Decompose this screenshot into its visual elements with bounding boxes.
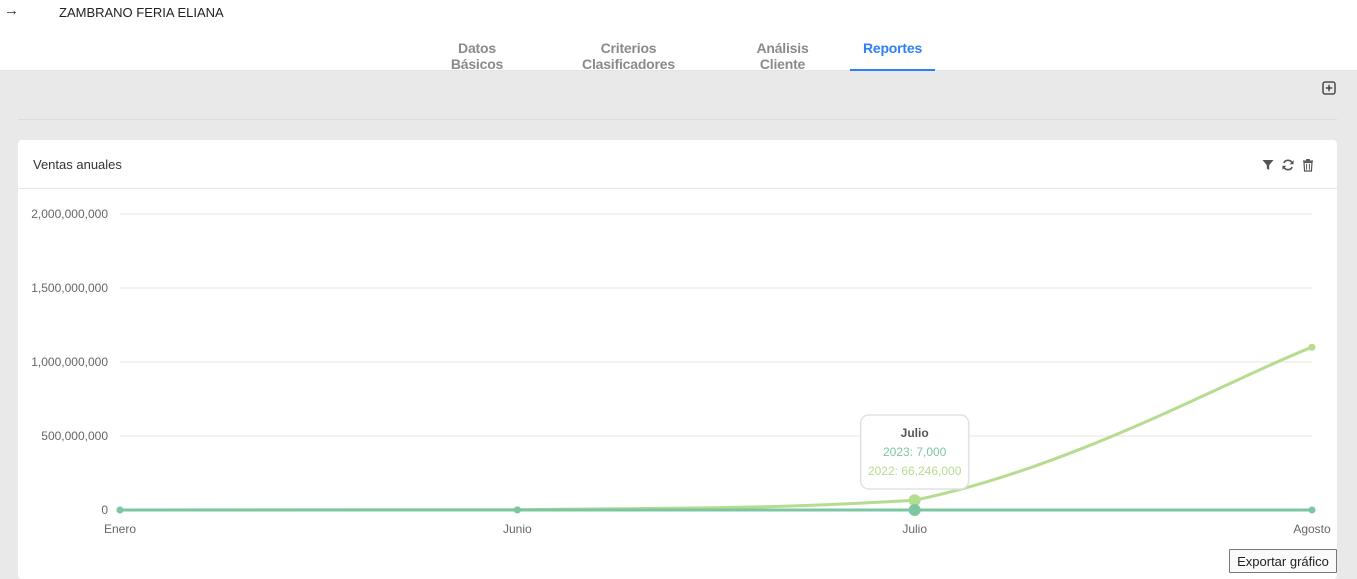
line-chart: 0 500,000,000 1,000,000,000 1,500,000,000 2,… xyxy=(31,207,1331,536)
y-tick-label: 500,000,000 xyxy=(41,429,108,443)
tooltip-line: 2022: 66,246,000 xyxy=(868,464,962,478)
x-tick-label: Enero xyxy=(104,522,136,536)
x-tick-label: Junio xyxy=(503,522,532,536)
y-tick-label: 0 xyxy=(101,503,108,517)
y-tick-label: 1,000,000,000 xyxy=(31,355,108,369)
y-tick-label: 2,000,000,000 xyxy=(31,207,108,221)
data-point-2023 xyxy=(1308,506,1316,514)
y-tick-label: 1,500,000,000 xyxy=(31,281,108,295)
export-chart-button[interactable]: Exportar gráfico xyxy=(1229,549,1337,573)
x-tick-label: Julio xyxy=(902,522,927,536)
data-point-2023 xyxy=(908,503,921,516)
data-point-2023 xyxy=(116,506,124,514)
series-line-2022 xyxy=(118,345,1314,512)
tooltip-line: 2023: 7,000 xyxy=(883,445,947,459)
tooltip-title: Julio xyxy=(901,426,929,440)
data-point-2022 xyxy=(1308,343,1316,351)
data-point-2023 xyxy=(513,506,521,514)
x-tick-label: Agosto xyxy=(1293,522,1331,536)
